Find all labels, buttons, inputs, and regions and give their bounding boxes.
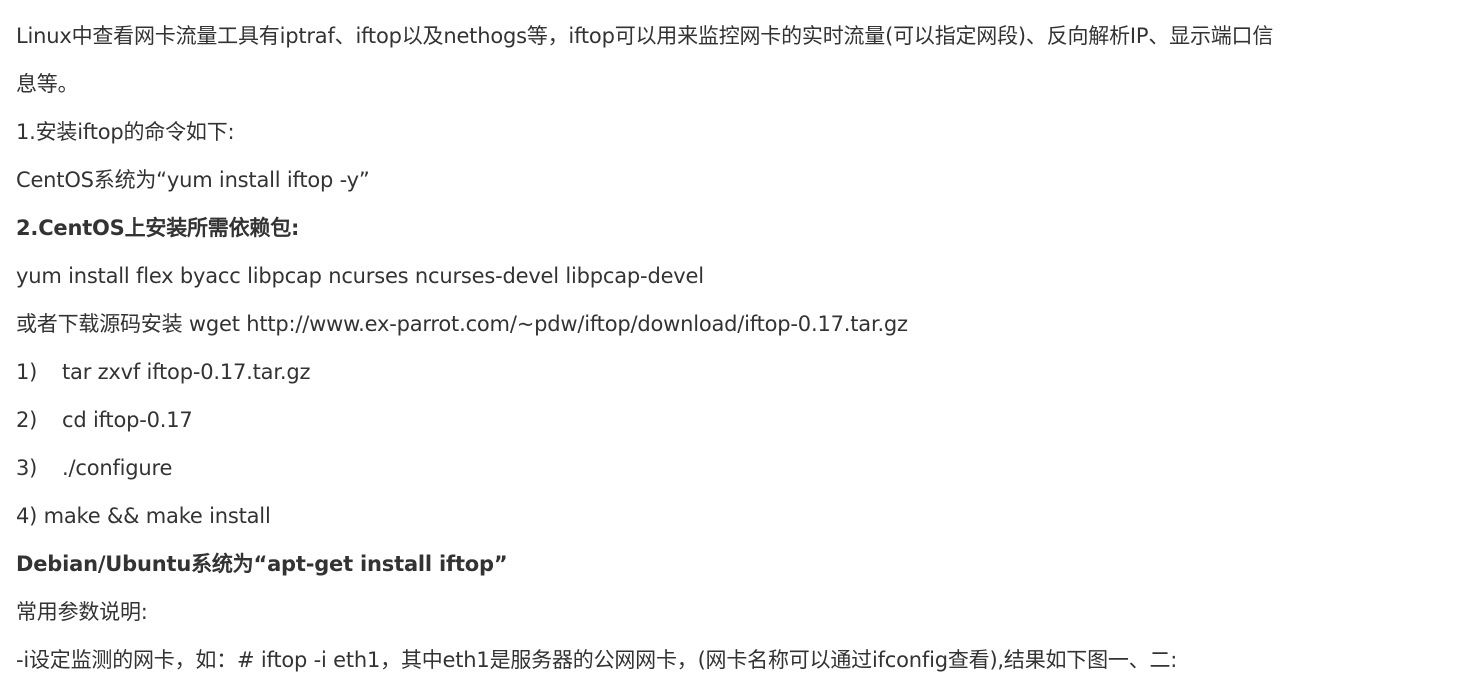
build-step-4: 4) make && make install <box>16 504 271 528</box>
param-i-description: -i设定监测的网卡，如：# iftop -i eth1，其中eth1是服务器的公… <box>16 648 1178 672</box>
install-heading: 1.安装iftop的命令如下: <box>16 120 235 144</box>
build-step-3: 3) ./configure <box>16 444 1457 492</box>
step-number: 3) <box>16 456 38 480</box>
step-command: ./configure <box>62 456 173 480</box>
dependencies-command: yum install flex byacc libpcap ncurses n… <box>16 264 704 288</box>
source-download-command: 或者下载源码安装 wget http://www.ex-parrot.com/~… <box>16 312 908 336</box>
centos-install-command: CentOS系统为“yum install iftop -y” <box>16 168 370 192</box>
params-heading: 常用参数说明: <box>16 600 148 624</box>
dependencies-heading: 2.CentOS上安装所需依赖包: <box>16 216 300 240</box>
step-number: 1) <box>16 360 38 384</box>
intro-paragraph-line-1: Linux中查看网卡流量工具有iptraf、iftop以及nethogs等，if… <box>16 24 1274 48</box>
build-step-2: 2) cd iftop-0.17 <box>16 396 1457 444</box>
debian-install-command: Debian/Ubuntu系统为“apt-get install iftop” <box>16 552 508 576</box>
intro-paragraph-line-2: 息等。 <box>16 72 79 96</box>
build-step-1: 1) tar zxvf iftop-0.17.tar.gz <box>16 348 1457 396</box>
step-number: 2) <box>16 408 38 432</box>
article-body: Linux中查看网卡流量工具有iptraf、iftop以及nethogs等，if… <box>0 12 1457 693</box>
step-command: tar zxvf iftop-0.17.tar.gz <box>62 360 311 384</box>
step-command: cd iftop-0.17 <box>62 408 193 432</box>
